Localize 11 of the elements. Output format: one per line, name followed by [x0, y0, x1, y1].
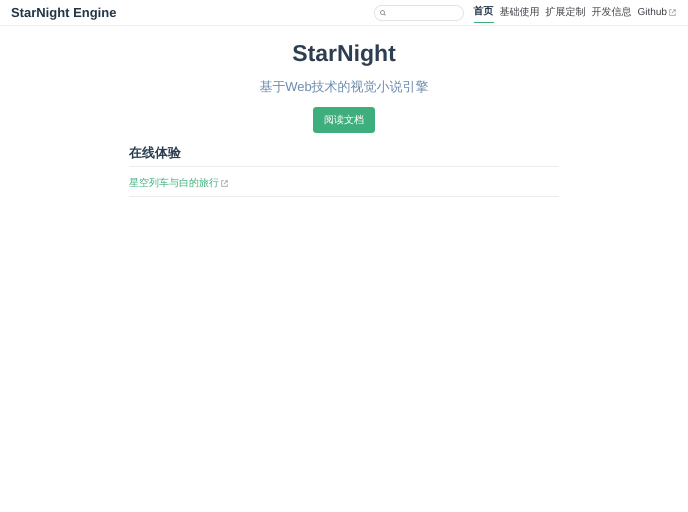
nav-link[interactable]: 扩展定制 — [546, 2, 586, 22]
nav-link[interactable]: Github — [638, 2, 676, 22]
section-heading: 在线体验 — [129, 143, 559, 166]
nav-link[interactable]: 基础使用 — [500, 2, 540, 22]
site-title[interactable]: StarNight Engine — [11, 2, 116, 22]
hero-title: StarNight — [292, 39, 396, 68]
hero-tagline: 基于Web技术的视觉小说引擎 — [259, 78, 429, 96]
search-field[interactable] — [374, 4, 464, 20]
search-icon — [380, 8, 386, 16]
nav-link[interactable]: 开发信息 — [592, 2, 632, 22]
nav-link[interactable]: 首页 — [474, 2, 494, 22]
